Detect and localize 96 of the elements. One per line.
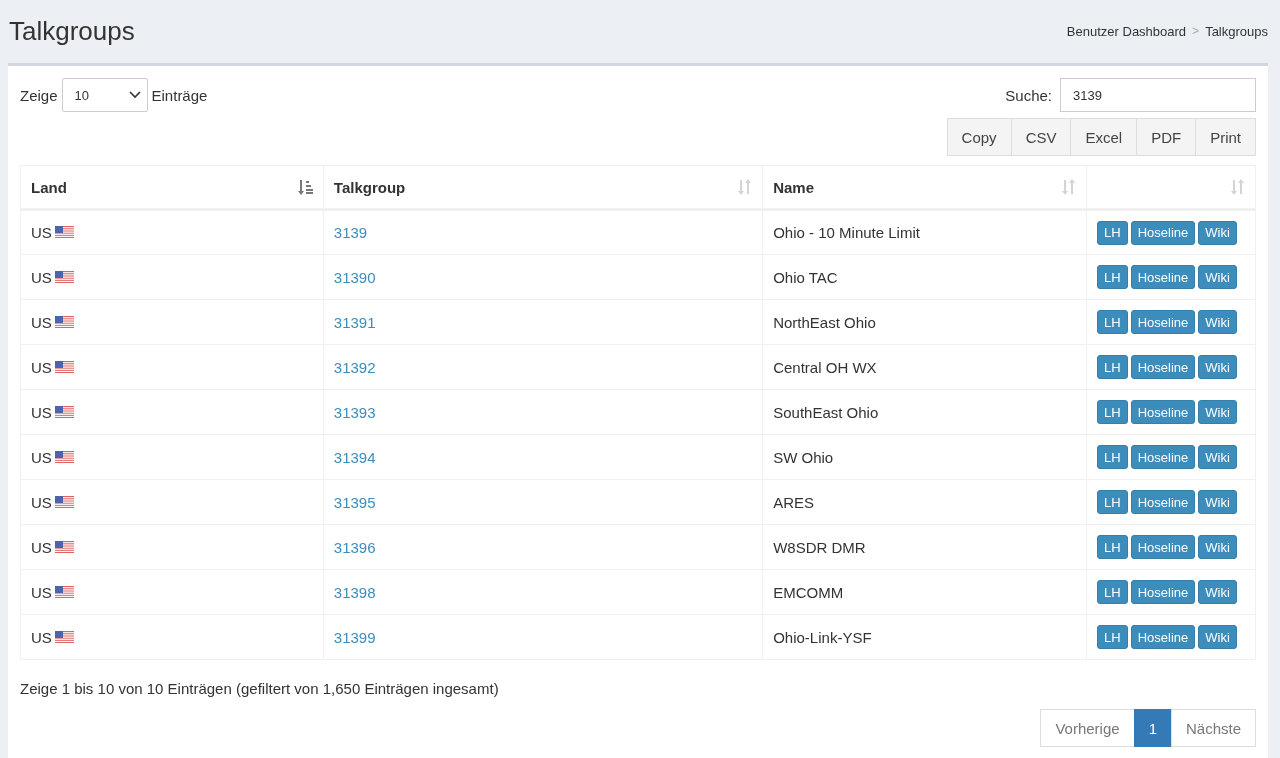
talkgroup-name: NorthEast Ohio	[773, 313, 876, 331]
column-header[interactable]: Land	[31, 178, 67, 196]
flag-icon	[54, 315, 74, 329]
action-button[interactable]: Hoseline	[1130, 580, 1196, 604]
length-label: Einträge	[151, 86, 208, 104]
column-header[interactable]: Name	[773, 178, 815, 196]
sort-ascending-icon[interactable]	[296, 179, 313, 195]
action-button[interactable]: LH	[1097, 535, 1128, 559]
breadcrumb-link[interactable]: Benutzer Dashboard	[1066, 23, 1187, 39]
action-button[interactable]: Wiki	[1198, 445, 1237, 469]
breadcrumb-separator: >	[1192, 24, 1200, 38]
action-button[interactable]: Hoseline	[1130, 490, 1196, 514]
talkgroup-link[interactable]: 31396	[333, 538, 376, 556]
talkgroup-name: W8SDR DMR	[773, 538, 866, 556]
talkgroup-name: Ohio-Link-YSF	[773, 628, 872, 646]
country-code: US	[31, 358, 52, 376]
export-button[interactable]: Copy	[946, 118, 1012, 156]
country-code: US	[31, 583, 52, 601]
action-button[interactable]: LH	[1097, 445, 1128, 469]
column-header[interactable]: Talkgroup	[333, 178, 406, 196]
action-button[interactable]: Hoseline	[1130, 535, 1196, 559]
action-button[interactable]: Hoseline	[1130, 310, 1196, 334]
action-button[interactable]: Wiki	[1198, 580, 1237, 604]
country-code: US	[31, 493, 52, 511]
action-button[interactable]: LH	[1097, 625, 1128, 649]
table-info: Zeige 1 bis 10 von 10 Einträgen (gefiltert von 1,650 Einträgen ingesamt)	[20, 680, 499, 697]
breadcrumb-link[interactable]: Talkgroups	[1205, 23, 1268, 39]
action-button[interactable]: Hoseline	[1130, 265, 1196, 289]
page-title: Talkgroups	[9, 15, 135, 47]
flag-icon	[54, 226, 74, 239]
action-button[interactable]: Hoseline	[1130, 445, 1196, 469]
action-button[interactable]: Wiki	[1198, 625, 1237, 649]
action-button[interactable]: LH	[1097, 265, 1128, 289]
country-code: US	[31, 538, 52, 556]
pagination-button[interactable]: Nächste	[1170, 709, 1256, 747]
flag-icon	[54, 360, 74, 374]
export-button[interactable]: CSV	[1010, 118, 1072, 156]
talkgroup-link[interactable]: 31390	[333, 268, 376, 286]
talkgroup-link[interactable]: 31392	[333, 358, 376, 376]
length-label: Zeige	[20, 86, 58, 104]
action-button[interactable]: Wiki	[1198, 310, 1237, 334]
country-code: US	[31, 448, 52, 466]
flag-icon	[54, 585, 74, 599]
sort-icon[interactable]	[1060, 179, 1076, 195]
talkgroup-name: SW Ohio	[773, 448, 834, 466]
action-button[interactable]: LH	[1097, 490, 1128, 514]
action-button[interactable]: LH	[1097, 580, 1128, 604]
sort-icon[interactable]	[1229, 179, 1245, 195]
talkgroup-name: Ohio - 10 Minute Limit	[773, 224, 920, 241]
talkgroup-link[interactable]: 31398	[333, 583, 376, 601]
country-code: US	[31, 628, 52, 646]
search-label: Suche:	[1005, 86, 1052, 104]
action-button[interactable]: LH	[1097, 310, 1128, 334]
action-button[interactable]: Wiki	[1198, 535, 1237, 559]
action-button[interactable]: Hoseline	[1130, 400, 1196, 424]
country-code: US	[31, 268, 52, 286]
talkgroup-link[interactable]: 31399	[333, 628, 376, 646]
chevron-down-icon	[128, 91, 141, 99]
flag-icon	[54, 540, 74, 554]
export-button[interactable]: Print	[1195, 118, 1256, 156]
search-field[interactable]: 3139	[1060, 78, 1256, 112]
talkgroup-name: EMCOMM	[773, 583, 844, 601]
export-button[interactable]: Excel	[1070, 118, 1138, 156]
talkgroup-name: ARES	[773, 493, 815, 511]
talkgroup-name: SouthEast Ohio	[773, 403, 879, 421]
action-button[interactable]: Wiki	[1198, 400, 1237, 424]
flag-icon	[54, 495, 74, 509]
talkgroup-link[interactable]: 31393	[333, 403, 376, 421]
flag-icon	[54, 270, 74, 284]
action-button[interactable]: Wiki	[1198, 355, 1237, 379]
flag-icon	[54, 450, 74, 464]
talkgroup-name: Central OH WX	[773, 358, 877, 376]
action-button[interactable]: Wiki	[1198, 265, 1237, 289]
pagination-button[interactable]: Vorherige	[1040, 709, 1135, 747]
action-button[interactable]: LH	[1097, 400, 1128, 424]
action-button[interactable]: LH	[1097, 355, 1128, 379]
country-code: US	[31, 403, 52, 421]
action-button[interactable]: Wiki	[1198, 490, 1237, 514]
action-button[interactable]: Hoseline	[1130, 625, 1196, 649]
export-button[interactable]: PDF	[1136, 118, 1197, 156]
country-code: US	[31, 224, 52, 241]
action-button[interactable]: LH	[1097, 220, 1128, 245]
action-button[interactable]: Hoseline	[1130, 220, 1196, 245]
talkgroup-link[interactable]: 3139	[333, 224, 368, 241]
country-code: US	[31, 313, 52, 331]
flag-icon	[54, 630, 74, 644]
flag-icon	[54, 405, 74, 419]
sort-icon[interactable]	[736, 179, 753, 195]
talkgroup-link[interactable]: 31394	[333, 448, 376, 466]
talkgroup-link[interactable]: 31395	[333, 493, 376, 511]
action-button[interactable]: Wiki	[1198, 220, 1237, 245]
page-length-dropdown[interactable]: 10	[61, 78, 148, 112]
pagination-button[interactable]: 1	[1133, 709, 1172, 747]
action-button[interactable]: Hoseline	[1130, 355, 1196, 379]
talkgroup-name: Ohio TAC	[773, 268, 838, 286]
talkgroup-link[interactable]: 31391	[333, 313, 376, 331]
